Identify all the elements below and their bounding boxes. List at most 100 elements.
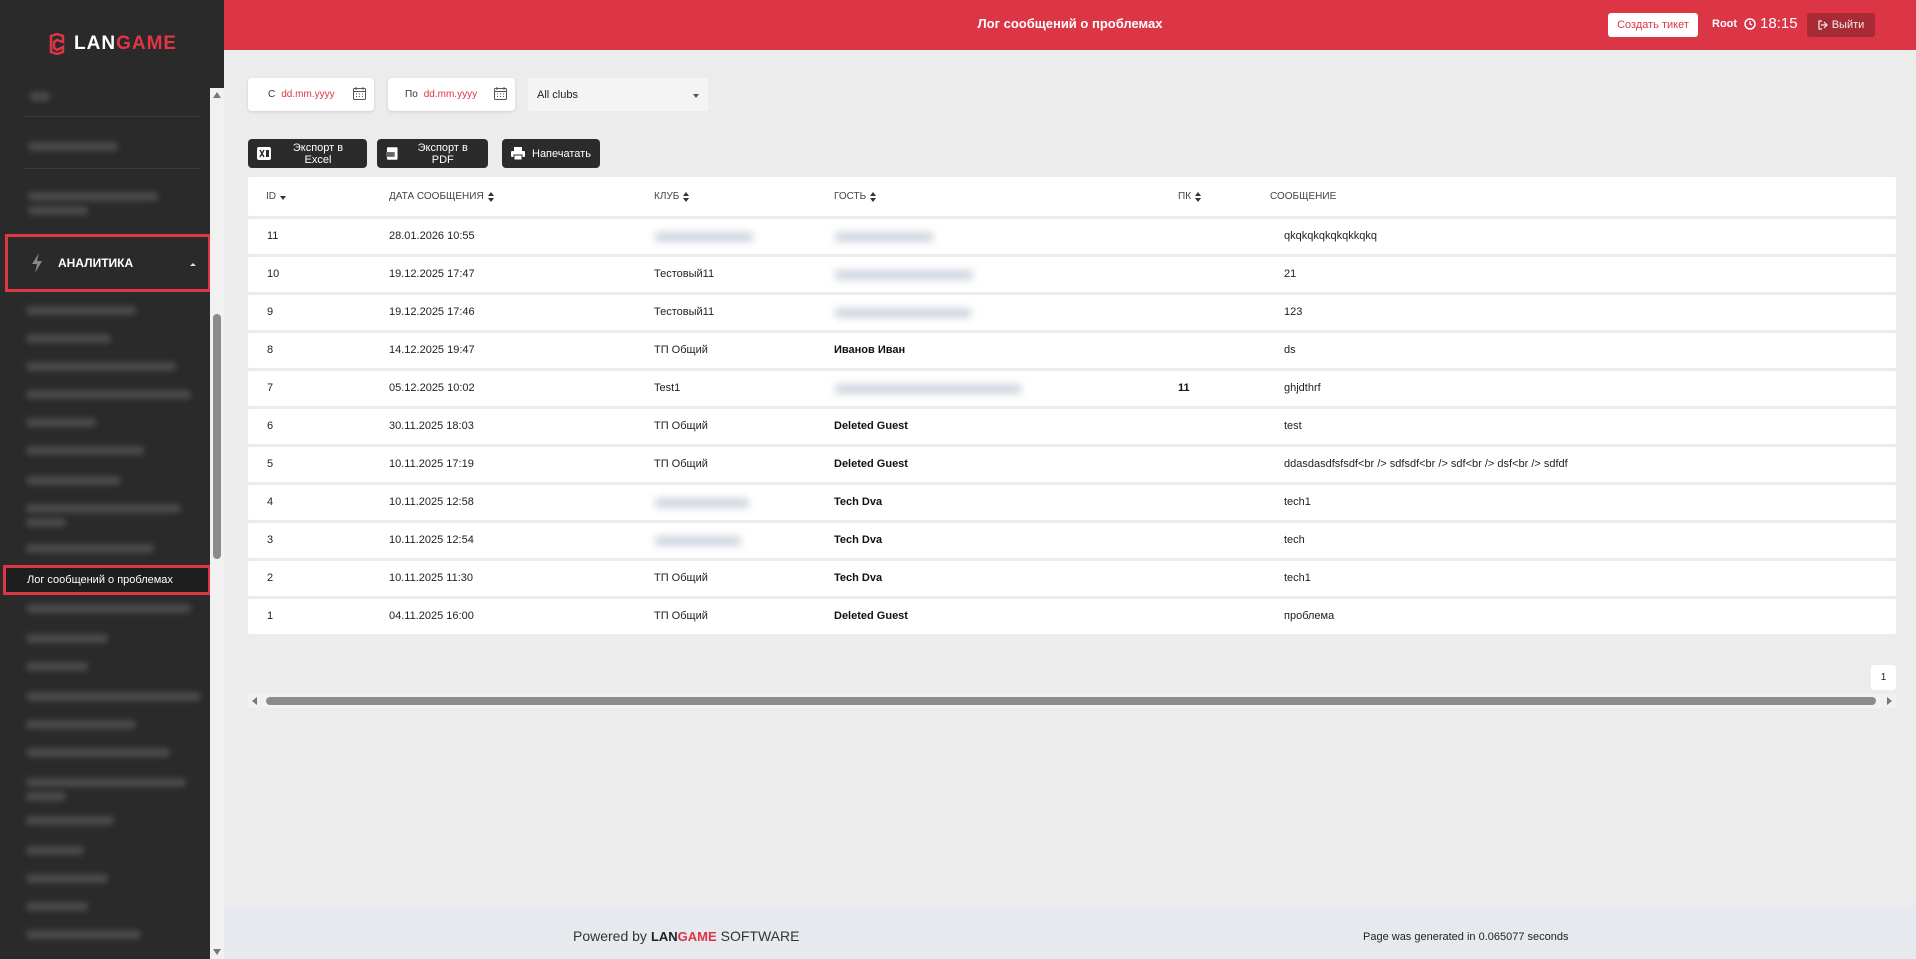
blurred-nav-item[interactable] bbox=[26, 874, 108, 883]
cell-guest[interactable]: Deleted Guest bbox=[834, 420, 908, 432]
table-row: 9 19.12.2025 17:46 Тестовый11 123 bbox=[248, 295, 1896, 330]
date-to-placeholder: dd.mm.yyyy bbox=[423, 89, 478, 100]
column-header-guest[interactable]: ГОСТЬ bbox=[834, 191, 877, 202]
calendar-icon[interactable] bbox=[494, 87, 507, 100]
print-button[interactable]: Напечатать bbox=[502, 139, 600, 168]
date-from-field[interactable]: С dd.mm.yyyy bbox=[248, 78, 374, 111]
date-to-field[interactable]: По dd.mm.yyyy bbox=[388, 78, 515, 111]
sidebar-scrollbar[interactable] bbox=[210, 88, 224, 959]
date-from-prefix: С bbox=[268, 89, 276, 100]
blurred-nav-item[interactable] bbox=[26, 544, 154, 553]
printer-icon bbox=[511, 147, 525, 160]
table-horizontal-scrollbar[interactable] bbox=[248, 694, 1896, 708]
column-header-pc[interactable]: ПК bbox=[1178, 191, 1202, 202]
blurred-nav-item[interactable] bbox=[26, 306, 136, 315]
blurred-nav-item[interactable] bbox=[26, 504, 181, 513]
cell-guest[interactable]: Tech Dva bbox=[834, 496, 882, 508]
nav-section-analytics[interactable]: АНАЛИТИКА bbox=[5, 234, 211, 292]
table-row: 1 04.11.2025 16:00 ТП Общий Deleted Gues… bbox=[248, 599, 1896, 634]
cell-club: ТП Общий bbox=[654, 572, 708, 584]
cell-date: 19.12.2025 17:46 bbox=[389, 306, 475, 318]
cell-id: 8 bbox=[267, 344, 274, 356]
cell-guest[interactable]: Deleted Guest bbox=[834, 610, 908, 622]
club-select-value: All clubs bbox=[537, 89, 578, 101]
blurred-nav-item[interactable] bbox=[30, 92, 50, 101]
blurred-nav-item[interactable] bbox=[26, 662, 88, 671]
blurred-nav-item[interactable] bbox=[26, 778, 186, 787]
cell-guest[interactable]: Иванов Иван bbox=[834, 344, 905, 356]
blurred-nav-item[interactable] bbox=[26, 748, 170, 757]
blurred-nav-item[interactable] bbox=[26, 604, 191, 613]
cell-club: Тестовый11 bbox=[654, 268, 715, 280]
excel-icon bbox=[257, 147, 271, 160]
blurred-nav-item[interactable] bbox=[28, 142, 118, 151]
nav-item-label: Лог сообщений о проблемах bbox=[27, 574, 173, 586]
blurred-nav-item[interactable] bbox=[28, 206, 88, 215]
blurred-nav-item[interactable] bbox=[28, 192, 158, 201]
pdf-icon bbox=[386, 147, 398, 160]
blurred-nav-item[interactable] bbox=[26, 334, 111, 343]
scroll-down-icon[interactable] bbox=[213, 949, 221, 955]
scroll-up-icon[interactable] bbox=[213, 92, 221, 98]
scrollbar-thumb[interactable] bbox=[266, 697, 1876, 705]
cell-guest-redacted bbox=[834, 308, 972, 318]
scroll-left-icon[interactable] bbox=[252, 697, 257, 705]
column-header-club[interactable]: КЛУБ bbox=[654, 191, 690, 202]
export-pdf-label: Экспорт в PDF bbox=[417, 141, 468, 166]
pagination-page[interactable]: 1 bbox=[1871, 665, 1896, 690]
scroll-right-icon[interactable] bbox=[1887, 697, 1892, 705]
blurred-nav-item[interactable] bbox=[26, 902, 88, 911]
scrollbar-thumb[interactable] bbox=[213, 314, 221, 559]
cell-date: 10.11.2025 11:30 bbox=[389, 572, 474, 584]
cell-message: tech1 bbox=[1284, 496, 1311, 508]
blurred-nav-item[interactable] bbox=[26, 362, 176, 371]
club-select[interactable]: All clubs bbox=[528, 78, 708, 111]
langame-logo[interactable]: LAN GAME bbox=[46, 32, 177, 56]
blurred-nav-item[interactable] bbox=[26, 518, 66, 527]
blurred-nav-item[interactable] bbox=[26, 418, 96, 427]
cell-date: 19.12.2025 17:47 bbox=[389, 268, 475, 280]
cell-message: ddasdasdfsfsdf<br /> sdfsdf<br /> sdf<br… bbox=[1284, 458, 1568, 470]
export-excel-button[interactable]: Экспорт в Excel bbox=[248, 139, 367, 168]
logout-button[interactable]: Выйти bbox=[1807, 13, 1875, 37]
blurred-nav-item[interactable] bbox=[26, 390, 191, 399]
blurred-nav-item[interactable] bbox=[26, 446, 144, 455]
column-header-message: СООБЩЕНИЕ bbox=[1270, 191, 1336, 202]
user-name[interactable]: Root bbox=[1712, 18, 1737, 30]
blurred-nav-item[interactable] bbox=[26, 792, 66, 801]
chevron-down-icon bbox=[693, 94, 699, 98]
blurred-nav-item[interactable] bbox=[26, 692, 201, 701]
blurred-nav-item[interactable] bbox=[26, 634, 108, 643]
sort-icon bbox=[487, 191, 494, 202]
export-pdf-button[interactable]: Экспорт в PDF bbox=[377, 139, 488, 168]
column-header-label: ГОСТЬ bbox=[834, 191, 867, 202]
cell-guest[interactable]: Deleted Guest bbox=[834, 458, 908, 470]
blurred-nav-item[interactable] bbox=[26, 846, 84, 855]
logo-game-text: GAME bbox=[116, 33, 178, 54]
sidebar: LAN GAME АНАЛИТИКА Лог сообщений о пробле… bbox=[0, 0, 224, 959]
cell-club: Test1 bbox=[654, 382, 681, 394]
cell-guest[interactable]: Tech Dva bbox=[834, 572, 882, 584]
cell-message: ds bbox=[1284, 344, 1296, 356]
blurred-nav-item[interactable] bbox=[26, 816, 114, 825]
blurred-nav-item[interactable] bbox=[26, 930, 141, 939]
cell-date: 30.11.2025 18:03 bbox=[389, 420, 474, 432]
generation-time: Page was generated in 0.065077 seconds bbox=[1363, 931, 1569, 943]
blurred-nav-item[interactable] bbox=[26, 720, 136, 729]
blurred-nav-item[interactable] bbox=[26, 476, 121, 485]
cell-club-redacted bbox=[654, 498, 750, 508]
cell-id: 6 bbox=[267, 420, 274, 432]
column-header-date[interactable]: ДАТА СООБЩЕНИЯ bbox=[389, 191, 494, 202]
column-header-id[interactable]: ID bbox=[266, 191, 286, 202]
powered-by-text: Powered by bbox=[573, 928, 647, 944]
divider bbox=[24, 168, 200, 169]
clock: 18:15 bbox=[1744, 15, 1798, 32]
calendar-icon[interactable] bbox=[353, 87, 366, 100]
cell-guest[interactable]: Tech Dva bbox=[834, 534, 882, 546]
nav-item-problem-log[interactable]: Лог сообщений о проблемах bbox=[3, 565, 211, 595]
create-ticket-button[interactable]: Создать тикет bbox=[1608, 13, 1698, 37]
nav-section-label: АНАЛИТИКА bbox=[58, 256, 134, 270]
footer: Powered by LAN GAME SOFTWARE Page was gen… bbox=[224, 906, 1916, 959]
table-row: 11 28.01.2026 10:55 qkqkqkqkqkqkkqkq bbox=[248, 219, 1896, 254]
chevron-up-icon bbox=[190, 263, 196, 266]
